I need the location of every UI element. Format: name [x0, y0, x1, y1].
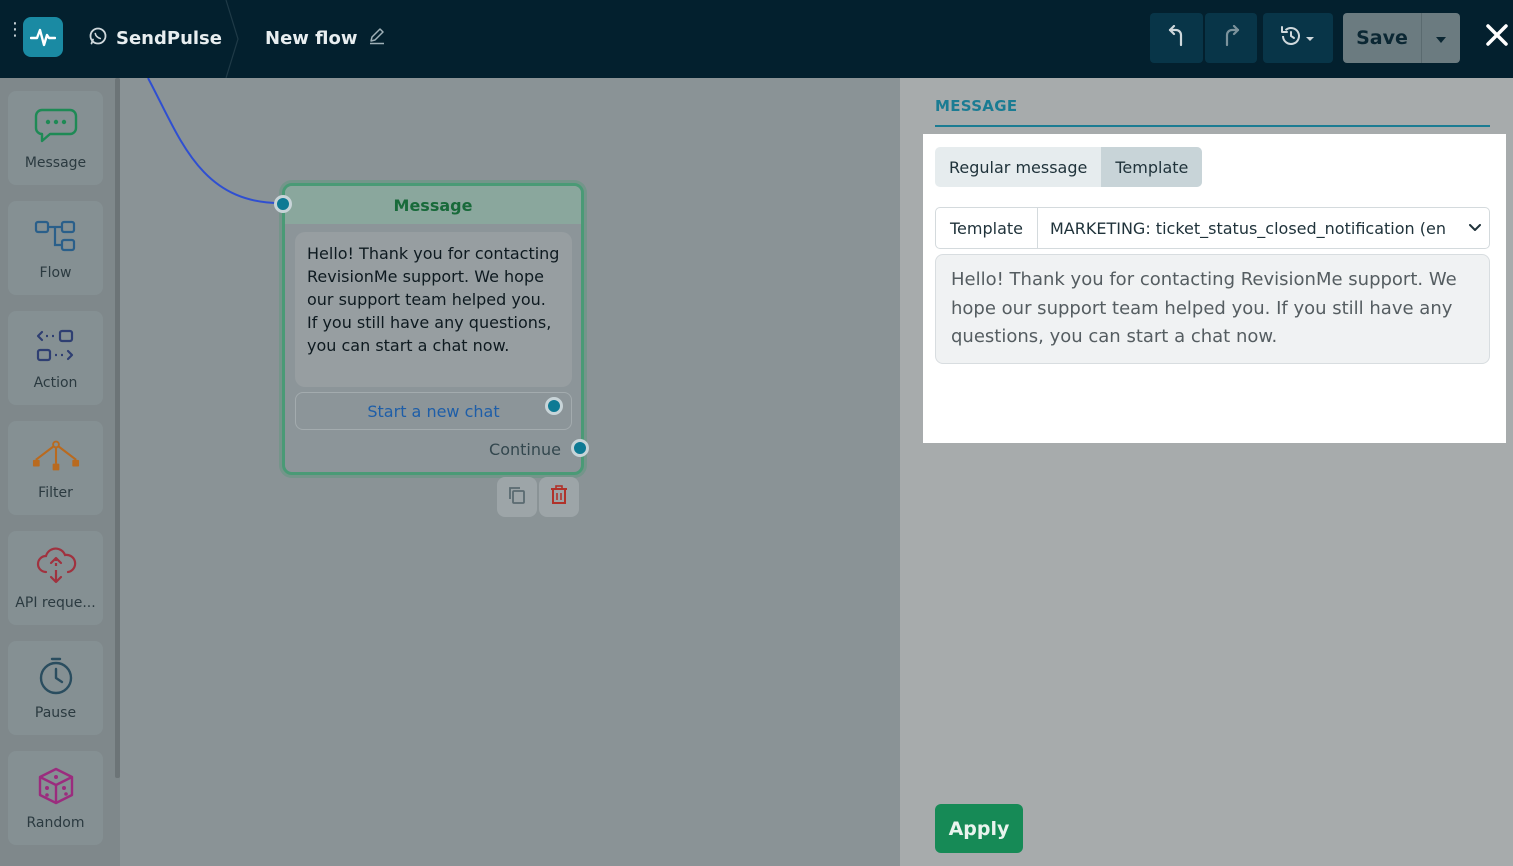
tab-template[interactable]: Template — [1101, 147, 1203, 187]
template-preview: Hello! Thank you for contacting Revision… — [935, 254, 1490, 364]
menu-dots-icon[interactable]: ⋮ — [6, 21, 24, 50]
panel-title-underline — [935, 125, 1490, 127]
sidebar-item-random[interactable]: Random — [8, 751, 103, 845]
top-header: ⋮ SendPulse New flow Save — [0, 0, 1513, 78]
panel-title: MESSAGE — [935, 97, 1018, 115]
redo-icon — [1221, 24, 1241, 51]
sidebar-item-pause[interactable]: Pause — [8, 641, 103, 735]
clock-icon — [32, 655, 80, 697]
api-cloud-icon — [32, 545, 80, 587]
flow-title-text: New flow — [265, 27, 358, 49]
save-button[interactable]: Save — [1343, 13, 1421, 63]
continue-output-port[interactable] — [571, 439, 589, 457]
redo-button[interactable] — [1205, 13, 1257, 63]
app-logo[interactable] — [23, 17, 63, 57]
button-output-port[interactable] — [545, 397, 563, 415]
chevron-down-icon — [1467, 220, 1483, 236]
action-icon — [32, 325, 80, 367]
message-type-switch: Regular message Template — [935, 147, 1203, 187]
breadcrumb-separator — [225, 0, 239, 78]
flow-title: New flow — [265, 24, 386, 52]
whatsapp-icon — [88, 26, 108, 50]
continue-label: Continue — [489, 440, 561, 459]
message-node[interactable]: Message Hello! Thank you for contacting … — [282, 183, 584, 475]
brand-name: SendPulse — [116, 27, 222, 49]
template-select[interactable]: MARKETING: ticket_status_closed_notifica… — [1038, 208, 1489, 248]
caret-down-icon — [1435, 29, 1447, 48]
brand[interactable]: SendPulse — [88, 24, 222, 52]
node-title: Message — [285, 186, 581, 224]
trash-icon — [549, 485, 569, 509]
save-dropdown-button[interactable] — [1421, 13, 1460, 63]
undo-button[interactable] — [1150, 13, 1203, 63]
sidebar-item-api-request[interactable]: API reque... — [8, 531, 103, 625]
filter-icon — [32, 435, 80, 477]
sidebar-item-message[interactable]: Message — [8, 91, 103, 185]
template-selector: Template MARKETING: ticket_status_closed… — [935, 207, 1490, 249]
tab-regular-message[interactable]: Regular message — [935, 147, 1101, 187]
start-new-chat-button[interactable]: Start a new chat — [295, 392, 572, 430]
copy-icon — [507, 485, 527, 509]
dice-icon — [32, 765, 80, 807]
node-message-text: Hello! Thank you for contacting Revision… — [295, 232, 572, 387]
close-button[interactable] — [1482, 20, 1512, 54]
apply-button[interactable]: Apply — [935, 804, 1023, 853]
close-icon — [1485, 23, 1509, 51]
history-button[interactable] — [1263, 13, 1333, 63]
undo-icon — [1167, 24, 1187, 51]
node-input-port[interactable] — [274, 195, 292, 213]
duplicate-node-button[interactable] — [497, 477, 537, 517]
history-icon — [1278, 25, 1318, 51]
sidebar-item-flow[interactable]: Flow — [8, 201, 103, 295]
template-select-value: MARKETING: ticket_status_closed_notifica… — [1050, 218, 1446, 238]
edit-pencil-icon[interactable] — [368, 27, 386, 49]
chat-bubble-icon — [32, 105, 80, 147]
flow-icon — [32, 215, 80, 257]
sidebar-item-filter[interactable]: Filter — [8, 421, 103, 515]
template-label: Template — [936, 208, 1038, 248]
sidebar-item-action[interactable]: Action — [8, 311, 103, 405]
delete-node-button[interactable] — [539, 477, 579, 517]
